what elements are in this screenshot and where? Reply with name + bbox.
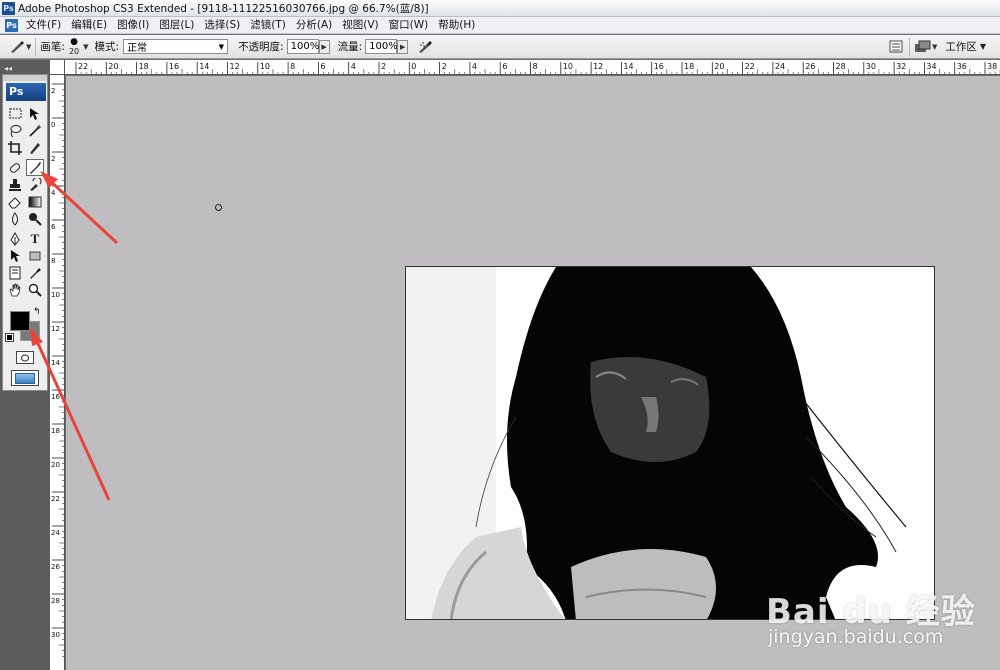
ruler-origin[interactable] bbox=[50, 60, 65, 75]
annotation-arrow-brush bbox=[45, 176, 119, 245]
baidu-url: jingyan.baidu.com bbox=[768, 626, 944, 648]
annotation-arrow-color bbox=[33, 336, 111, 501]
annotation-arrows bbox=[30, 171, 119, 501]
baidu-watermark: Bai du 经验 jingyan.baidu.com bbox=[766, 584, 986, 654]
annotation-arrowhead-color bbox=[30, 327, 43, 346]
